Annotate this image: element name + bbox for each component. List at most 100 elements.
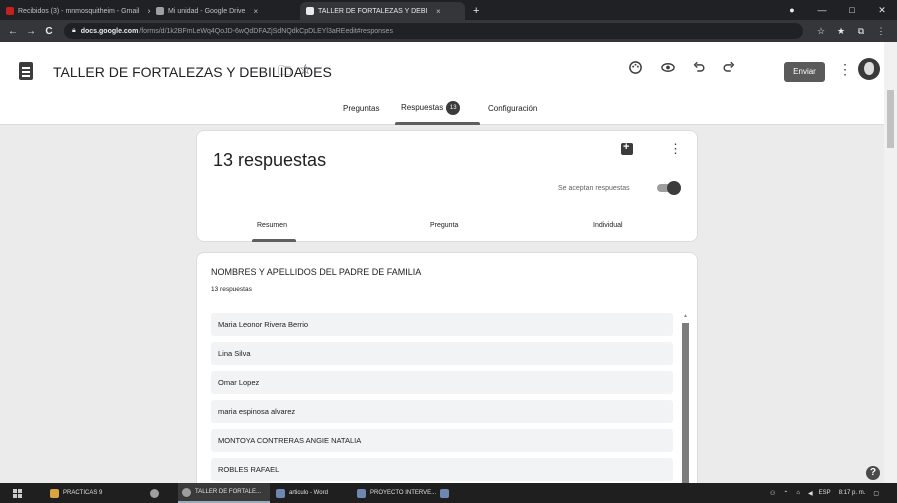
- question-title: NOMBRES Y APELLIDOS DEL PADRE DE FAMILIA: [211, 267, 422, 277]
- answers-list: Maria Leonor Rivera Berrio Lina Silva Om…: [211, 313, 673, 487]
- puzzle-icon[interactable]: ⧉: [851, 26, 871, 37]
- taskbar-item-word-extra[interactable]: [440, 483, 453, 503]
- tab-respuestas[interactable]: Respuestas 13: [401, 101, 461, 115]
- taskbar-item-chrome-forms[interactable]: TALLER DE FORTALE...: [178, 483, 270, 503]
- chrome-icon: [150, 488, 159, 498]
- taskbar-item-word-proyecto[interactable]: PROYECTO INTERVE...: [357, 483, 436, 503]
- undo-icon[interactable]: [692, 60, 706, 78]
- word-icon: [440, 488, 449, 498]
- browser-toolbar: ← → C 🔒︎ docs.google.com /forms/d/1k2BFm…: [0, 20, 897, 42]
- accepting-responses-toggle[interactable]: [657, 181, 681, 195]
- volume-icon[interactable]: ◀: [808, 490, 813, 497]
- subtab-resumen[interactable]: Resumen: [257, 222, 287, 229]
- tab-preguntas[interactable]: Preguntas: [343, 104, 379, 113]
- toolbar-icons: ☆ ★ ⧉ ⋮: [811, 26, 891, 37]
- list-item: Maria Leonor Rivera Berrio: [211, 313, 673, 336]
- forms-logo-icon[interactable]: [19, 62, 33, 80]
- system-tray: ⚇ ⌃ ⌂ ◀ ESP 8:17 p. m. ▢: [770, 483, 879, 503]
- gmail-icon: [6, 7, 14, 15]
- window-controls: ● — □ ✕: [777, 0, 897, 20]
- responses-more-icon[interactable]: ⋮: [669, 141, 682, 157]
- close-tab-icon[interactable]: ×: [253, 7, 258, 16]
- list-item: maria espinosa alvarez: [211, 400, 673, 423]
- forms-icon: [306, 7, 314, 15]
- notifications-icon[interactable]: ▢: [873, 490, 879, 497]
- accepting-responses-label: Se aceptan respuestas: [558, 185, 630, 192]
- page-scrollbar[interactable]: [884, 42, 897, 483]
- tab-label: TALLER DE FORTALEZAS Y DEBILIDADES: [318, 7, 428, 15]
- taskbar-item-chrome-icon[interactable]: [150, 483, 163, 503]
- redo-icon[interactable]: [722, 60, 736, 78]
- minimize-button[interactable]: —: [807, 5, 837, 15]
- address-bar[interactable]: 🔒︎ docs.google.com /forms/d/1k2BFmLeWq4Q…: [64, 23, 803, 39]
- tab-label: Mi unidad - Google Drive: [168, 7, 246, 15]
- maximize-button[interactable]: □: [837, 5, 867, 15]
- tab-label: Recibidos (3) - mnmosquitheim - Gmail: [18, 7, 140, 15]
- profile-dot-icon[interactable]: ●: [777, 5, 807, 15]
- close-tab-icon[interactable]: ×: [436, 7, 441, 16]
- network-icon[interactable]: ⌂: [796, 490, 800, 496]
- list-item: ROBLES RAFAEL: [211, 458, 673, 481]
- more-options-icon[interactable]: ⋮: [838, 61, 852, 78]
- forward-button[interactable]: →: [22, 26, 40, 37]
- active-tab-indicator: [395, 122, 480, 125]
- tab-configuracion[interactable]: Configuración: [488, 104, 537, 113]
- back-button[interactable]: ←: [4, 26, 22, 37]
- browser-tab-strip: Recibidos (3) - mnmosquitheim - Gmail × …: [0, 0, 897, 20]
- question-response-count: 13 respuestas: [211, 286, 252, 293]
- list-item: MONTOYA CONTRERAS ANGIE NATALIA: [211, 429, 673, 452]
- people-icon[interactable]: ⚇: [770, 490, 775, 497]
- taskbar-item-label: PRACTICAS 9: [63, 490, 103, 496]
- windows-start-icon[interactable]: [13, 489, 22, 498]
- account-avatar[interactable]: [858, 58, 880, 80]
- bookmark-star-icon[interactable]: ☆: [811, 26, 831, 37]
- reload-button[interactable]: C: [40, 26, 58, 37]
- answers-scrollbar[interactable]: ▲: [681, 313, 690, 493]
- send-button[interactable]: Enviar: [784, 62, 825, 82]
- palette-icon[interactable]: [628, 60, 643, 78]
- drive-icon: [156, 7, 164, 15]
- responses-summary-card: 13 respuestas ⋮ Se aceptan respuestas Re…: [196, 130, 698, 242]
- clock[interactable]: 8:17 p. m.: [839, 490, 866, 496]
- taskbar-item-practicas[interactable]: PRACTICAS 9: [50, 483, 102, 503]
- responses-count-title: 13 respuestas: [213, 150, 327, 170]
- page-scrollbar-thumb[interactable]: [887, 90, 894, 148]
- answers-scrollbar-thumb[interactable]: [682, 323, 689, 493]
- star-icon[interactable]: ☆: [299, 61, 312, 78]
- word-icon: [357, 488, 366, 498]
- taskbar-item-label: articulo - Word: [289, 490, 328, 496]
- taskbar-item-label: PROYECTO INTERVE...: [370, 490, 437, 496]
- preview-eye-icon[interactable]: [660, 60, 676, 78]
- tray-chevron-icon[interactable]: ⌃: [783, 490, 788, 497]
- list-item: Lina Silva: [211, 342, 673, 365]
- os-taskbar: PRACTICAS 9 TALLER DE FORTALE... articul…: [0, 483, 897, 503]
- create-spreadsheet-icon[interactable]: [621, 141, 633, 155]
- tab-respuestas-label: Respuestas: [401, 103, 444, 113]
- taskbar-item-label: TALLER DE FORTALE...: [195, 489, 262, 495]
- browser-tab-gmail[interactable]: Recibidos (3) - mnmosquitheim - Gmail ×: [0, 2, 150, 20]
- taskbar-item-word-articulo[interactable]: articulo - Word: [276, 483, 328, 503]
- new-tab-button[interactable]: +: [465, 2, 487, 20]
- subtab-individual[interactable]: Individual: [593, 222, 623, 229]
- active-subtab-indicator: [252, 239, 296, 242]
- subtab-pregunta[interactable]: Pregunta: [430, 222, 458, 229]
- folder-icon: [50, 488, 59, 498]
- list-item: Omar Lopez: [211, 371, 673, 394]
- word-icon: [276, 488, 285, 498]
- responses-badge: 13: [446, 101, 461, 115]
- folder-icon[interactable]: 🗀︎: [278, 62, 291, 84]
- help-icon[interactable]: ?: [866, 466, 880, 480]
- url-domain: docs.google.com: [80, 27, 139, 35]
- lock-icon: 🔒︎: [72, 27, 76, 34]
- language-indicator[interactable]: ESP: [819, 490, 831, 496]
- close-window-button[interactable]: ✕: [867, 5, 897, 16]
- question-summary-card: NOMBRES Y APELLIDOS DEL PADRE DE FAMILIA…: [196, 252, 698, 493]
- form-nav-tabs: Preguntas Respuestas 13 Configuración: [0, 100, 884, 125]
- scroll-up-icon[interactable]: ▲: [683, 313, 688, 319]
- browser-tab-drive[interactable]: Mi unidad - Google Drive ×: [150, 2, 300, 20]
- extension-icon[interactable]: ★: [831, 26, 851, 37]
- url-path: /forms/d/1k2BFmLeWq4QoJD-6wQdDFAZjSdNQdk…: [139, 27, 393, 35]
- browser-tab-forms[interactable]: TALLER DE FORTALEZAS Y DEBILIDADES ×: [300, 2, 465, 20]
- chrome-icon: [182, 487, 191, 497]
- browser-menu-icon[interactable]: ⋮: [871, 26, 891, 37]
